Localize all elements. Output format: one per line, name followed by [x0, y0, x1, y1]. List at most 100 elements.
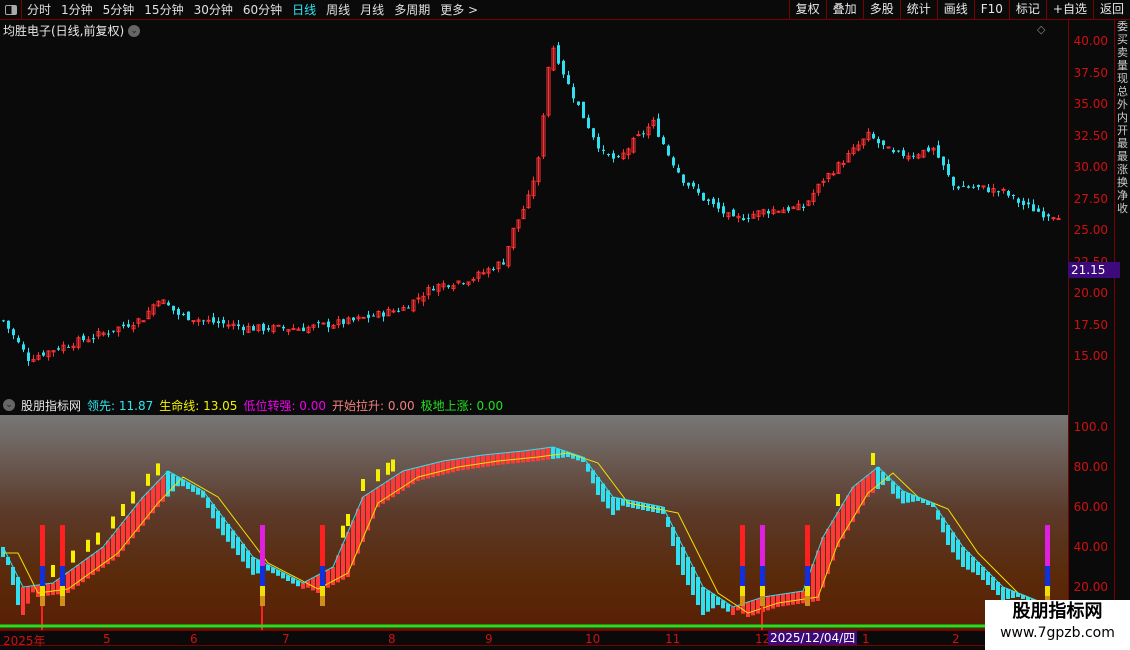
candle: [897, 150, 900, 152]
candle: [92, 338, 95, 340]
candle: [17, 337, 20, 343]
candle: [776, 210, 781, 213]
candle: [821, 180, 826, 183]
candle: [367, 314, 370, 318]
time-label: 2025年: [3, 634, 46, 648]
candle: [206, 319, 211, 322]
candle: [987, 187, 990, 193]
candle: [22, 344, 25, 350]
candle: [302, 327, 305, 332]
candle: [291, 328, 296, 331]
price-tick: 25.00: [1073, 223, 1108, 237]
candle: [1012, 194, 1015, 196]
candle: [42, 352, 45, 356]
indicator-value: 开始拉升: 0.00: [332, 398, 415, 413]
indicator-header: ⌄ 股朋指标网 领先: 11.87 生命线: 13.05 低位转强: 0.00 开始拉…: [0, 396, 503, 414]
candle: [602, 149, 605, 152]
candle: [597, 136, 600, 149]
candle: [407, 307, 410, 309]
candle: [7, 320, 10, 329]
candle: [107, 333, 110, 335]
candle: [237, 324, 240, 326]
candle: [27, 352, 30, 361]
candle: [177, 308, 180, 315]
watermark-url: www.7gpzb.com: [1000, 625, 1115, 641]
indicator-name[interactable]: 股朋指标网: [21, 397, 81, 414]
candle: [662, 137, 665, 145]
candle: [12, 329, 15, 336]
indicator-tick: 60.00: [1073, 500, 1108, 514]
candle: [432, 288, 435, 291]
candle: [902, 150, 905, 156]
candle: [587, 117, 590, 129]
candle: [957, 186, 960, 189]
time-label: 8: [388, 632, 396, 646]
time-label: 6: [190, 632, 198, 646]
price-tick: 20.00: [1073, 286, 1108, 300]
price-tick: 17.50: [1073, 317, 1108, 332]
candle: [767, 211, 770, 214]
candle: [321, 322, 326, 325]
candle: [607, 154, 610, 156]
candle: [391, 310, 396, 313]
indicator-tick: 40.00: [1073, 540, 1108, 554]
indicator-tick: 100.0: [1073, 420, 1108, 434]
candle: [977, 184, 980, 187]
right-side-panel[interactable]: 委 买 卖 量 现 总 外 内 开 最 最 涨 换 净 收: [1117, 20, 1130, 630]
candle: [572, 87, 575, 99]
indicator-tick: 80.00: [1073, 460, 1108, 474]
price-tick: 32.50: [1073, 128, 1108, 143]
candle: [947, 164, 950, 176]
candle: [997, 191, 1000, 193]
candle: [112, 330, 115, 332]
candle: [202, 320, 205, 322]
candle: [877, 138, 880, 144]
time-label: 5: [103, 632, 111, 646]
candle: [447, 285, 450, 288]
candle: [582, 101, 585, 119]
price-tick: 40.00: [1073, 34, 1108, 48]
candle: [707, 199, 710, 202]
candle: [267, 328, 270, 330]
candle: [557, 45, 560, 64]
candle: [672, 157, 675, 166]
indicator-tick: 20.00: [1073, 580, 1108, 594]
time-label: 1: [862, 632, 870, 646]
candle: [327, 321, 330, 328]
price-tick: 15.00: [1073, 349, 1108, 363]
price-tick: 30.00: [1073, 160, 1108, 174]
candle: [702, 192, 705, 201]
time-label: 9: [485, 632, 493, 646]
candle: [187, 311, 190, 321]
candle: [2, 320, 5, 322]
candle: [717, 202, 720, 209]
indicator-value: 极地上涨: 0.00: [420, 398, 504, 413]
chevron-down-icon[interactable]: ⌄: [3, 399, 15, 411]
candle: [667, 145, 670, 156]
candle: [317, 322, 320, 324]
time-label: 11: [665, 632, 681, 646]
indicator-value: 领先: 11.87: [87, 398, 154, 413]
candle: [692, 182, 695, 187]
candle: [967, 186, 970, 188]
candle: [802, 206, 805, 208]
price-axis: 40.0037.5035.0032.5030.0027.5025.0022.50…: [1068, 20, 1115, 630]
candle: [981, 185, 986, 188]
candle: [1037, 208, 1040, 212]
indicator-panel: [0, 415, 1068, 630]
candle: [167, 302, 170, 306]
candle: [872, 133, 875, 139]
candle: [567, 75, 570, 85]
watermark: 股朋指标网 www.7gpzb.com: [985, 600, 1130, 650]
candle: [217, 321, 220, 324]
candle: [882, 140, 885, 146]
toolbar-button[interactable]: 返回: [1092, 0, 1130, 20]
time-axis: 2025年 5 6 7 8 9 10 11 12 1 2: [0, 630, 1068, 648]
candle: [1032, 204, 1035, 212]
candle: [892, 150, 895, 153]
candle: [722, 206, 725, 214]
candle: [962, 185, 965, 187]
indicator-value: 生命线: 13.05: [159, 398, 238, 413]
candle: [502, 262, 505, 265]
candle: [682, 174, 685, 183]
